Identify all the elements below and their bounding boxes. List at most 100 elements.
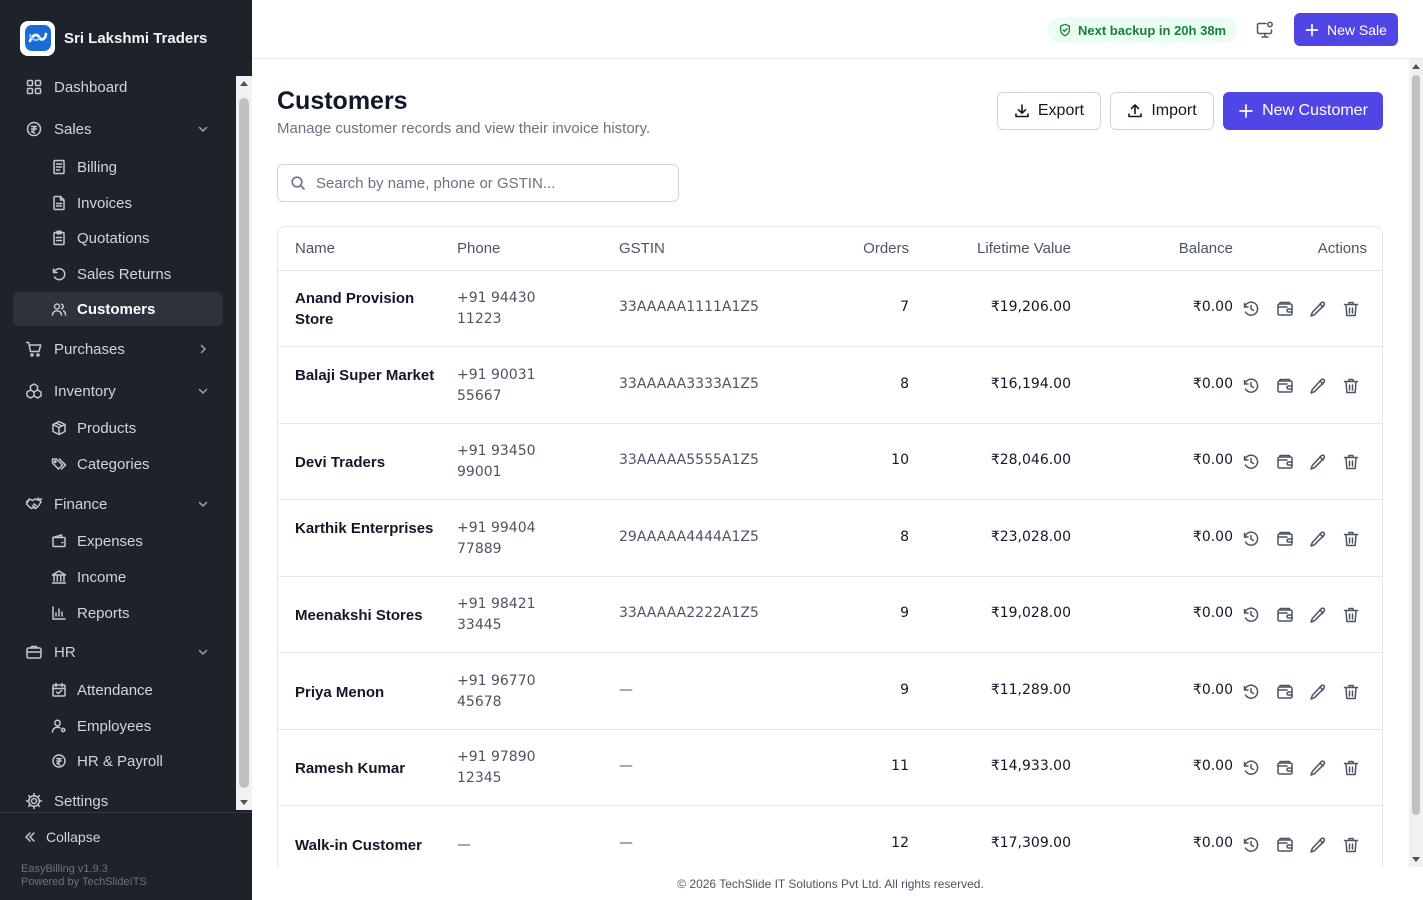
version-text: EasyBilling v1.9.3 (21, 863, 108, 875)
sidebar-item-billing[interactable]: Billing (13, 150, 223, 184)
customer-phone: +91 99404 77889 (457, 519, 536, 557)
history-icon[interactable] (1242, 759, 1260, 777)
sidebar-item-settings[interactable]: Settings (13, 784, 223, 812)
chevron-down-icon[interactable] (195, 121, 211, 137)
search-input[interactable] (316, 174, 666, 192)
wallet-ledger-icon[interactable] (1276, 759, 1294, 777)
sidebar-item-dashboard[interactable]: Dashboard (13, 70, 223, 104)
import-button[interactable]: Import (1110, 92, 1214, 130)
wallet-ledger-icon[interactable] (1276, 530, 1294, 548)
sidebar-item-reports[interactable]: Reports (13, 596, 223, 630)
wallet-ledger-icon[interactable] (1276, 377, 1294, 395)
edit-pencil-icon[interactable] (1309, 300, 1327, 318)
table-row[interactable]: Ramesh Kumar +91 97890 12345 — 11 ₹14,933.00… (278, 730, 1382, 806)
scroll-down-arrow-icon[interactable] (240, 800, 248, 805)
wallet-ledger-icon[interactable] (1276, 836, 1294, 854)
sidebar-item-finance[interactable]: Finance (13, 487, 223, 521)
chevron-down-icon[interactable] (195, 644, 211, 660)
table-row[interactable]: Karthik Enterprises +91 99404 77889 29AAAA… (278, 501, 1382, 577)
sidebar-item-invoices[interactable]: Invoices (13, 186, 223, 220)
edit-pencil-icon[interactable] (1309, 759, 1327, 777)
history-icon[interactable] (1242, 606, 1260, 624)
sidebar-item-attendance[interactable]: Attendance (13, 673, 223, 707)
sidebar-item-inventory[interactable]: Inventory (13, 374, 223, 408)
trash-icon[interactable] (1342, 453, 1360, 471)
customer-orders: 9 (900, 681, 909, 698)
history-icon[interactable] (1242, 453, 1260, 471)
sidebar-item-products[interactable]: Products (13, 411, 223, 445)
header-gstin[interactable]: GSTIN (619, 240, 665, 257)
customer-balance: ₹0.00 (1192, 528, 1233, 545)
row-actions (1242, 683, 1362, 701)
history-icon[interactable] (1242, 683, 1260, 701)
sidebar-item-quotations[interactable]: Quotations (13, 221, 223, 255)
export-button[interactable]: Export (997, 92, 1101, 130)
customer-phone: +91 96770 45678 (457, 672, 536, 710)
history-icon[interactable] (1242, 530, 1260, 548)
customer-orders: 7 (900, 299, 909, 315)
customer-phone: +91 98421 33445 (457, 596, 536, 633)
customer-gstin: — (619, 681, 633, 698)
wallet-ledger-icon[interactable] (1276, 606, 1294, 624)
brand[interactable]: Sri Lakshmi Traders (20, 20, 207, 56)
sidebar-item-hr-payroll[interactable]: HR & Payroll (13, 744, 223, 778)
header-orders[interactable]: Orders (863, 240, 909, 257)
header-phone[interactable]: Phone (457, 240, 500, 257)
new-sale-button[interactable]: New Sale (1294, 13, 1398, 46)
sidebar-item-expenses[interactable]: Expenses (13, 524, 223, 558)
collapse-button[interactable]: Collapse (22, 829, 100, 845)
table-row[interactable]: Balaji Super Market +91 90031 55667 33AAAA… (278, 348, 1382, 424)
wallet-ledger-icon[interactable] (1276, 300, 1294, 318)
search-box[interactable] (277, 164, 679, 202)
customer-orders: 8 (900, 528, 909, 545)
trash-icon[interactable] (1342, 683, 1360, 701)
new-customer-button[interactable]: New Customer (1223, 92, 1383, 130)
trash-icon[interactable] (1342, 606, 1360, 624)
edit-pencil-icon[interactable] (1309, 453, 1327, 471)
history-icon[interactable] (1242, 377, 1260, 395)
sidebar-item-employees[interactable]: Employees (13, 709, 223, 743)
main-scroll-thumb[interactable] (1412, 75, 1420, 815)
sidebar-item-sales-returns[interactable]: Sales Returns (13, 257, 223, 291)
chevron-down-icon[interactable] (195, 383, 211, 399)
sidebar-item-customers[interactable]: Customers (13, 292, 223, 326)
search-icon (290, 175, 306, 191)
scroll-up-arrow-icon[interactable] (1412, 64, 1420, 69)
sidebar-scrollbar[interactable] (236, 76, 252, 810)
history-icon[interactable] (1242, 836, 1260, 854)
trash-icon[interactable] (1342, 759, 1360, 777)
scroll-up-arrow-icon[interactable] (240, 81, 248, 86)
trash-icon[interactable] (1342, 836, 1360, 854)
edit-pencil-icon[interactable] (1309, 377, 1327, 395)
sidebar-item-hr[interactable]: HR (13, 635, 223, 669)
sidebar-item-sales[interactable]: Sales (13, 112, 223, 146)
edit-pencil-icon[interactable] (1309, 836, 1327, 854)
edit-pencil-icon[interactable] (1309, 530, 1327, 548)
wallet-ledger-icon[interactable] (1276, 683, 1294, 701)
user-cog-icon (50, 717, 68, 735)
sidebar-item-purchases[interactable]: Purchases (13, 332, 223, 366)
table-row[interactable]: Priya Menon +91 96770 45678 — 9 ₹11,289.00 ₹0… (278, 654, 1382, 730)
trash-icon[interactable] (1342, 300, 1360, 318)
monitor-status-icon[interactable] (1255, 20, 1275, 40)
sidebar-item-categories[interactable]: Categories (13, 447, 223, 481)
header-name[interactable]: Name (295, 240, 335, 257)
chevron-right-icon[interactable] (195, 341, 211, 357)
scroll-down-arrow-icon[interactable] (1412, 857, 1420, 862)
edit-pencil-icon[interactable] (1309, 683, 1327, 701)
sidebar-scroll-thumb[interactable] (239, 98, 249, 788)
edit-pencil-icon[interactable] (1309, 606, 1327, 624)
table-row[interactable]: Devi Traders +91 93450 99001 33AAAAA5555A1… (278, 424, 1382, 500)
trash-icon[interactable] (1342, 377, 1360, 395)
header-lifetime-value[interactable]: Lifetime Value (977, 240, 1071, 257)
table-row[interactable]: Anand Provision Store +91 94430 11223 33AA… (278, 271, 1382, 347)
header-balance[interactable]: Balance (1179, 240, 1233, 257)
chevron-down-icon[interactable] (195, 496, 211, 512)
trash-icon[interactable] (1342, 530, 1360, 548)
table-row[interactable]: Meenakshi Stores +91 98421 33445 33AAAAA22… (278, 577, 1382, 653)
main-scrollbar[interactable] (1409, 59, 1423, 867)
history-icon[interactable] (1242, 300, 1260, 318)
table-row[interactable]: Walk-in Customer — — 12 ₹17,309.00 ₹0.00 (278, 807, 1382, 868)
sidebar-item-income[interactable]: Income (13, 560, 223, 594)
wallet-ledger-icon[interactable] (1276, 453, 1294, 471)
